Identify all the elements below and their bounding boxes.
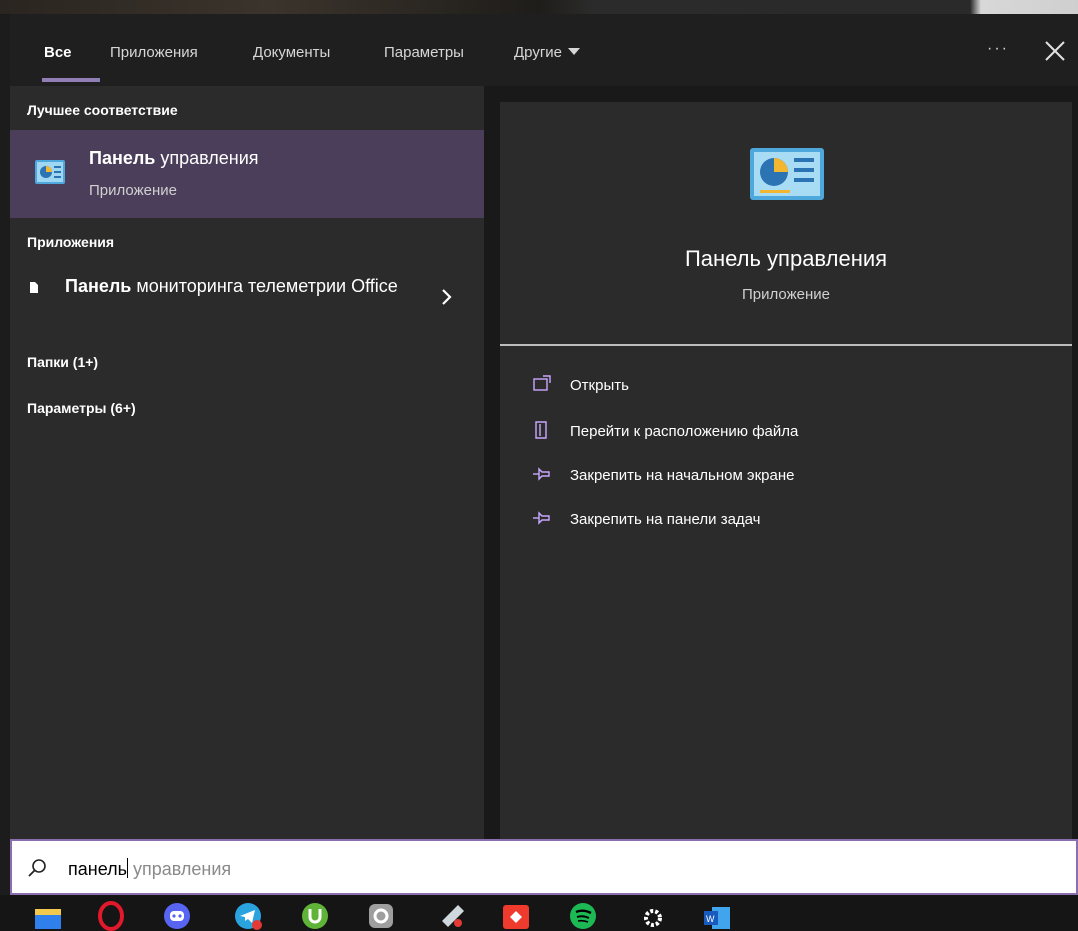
search-icon: [28, 859, 46, 877]
close-icon: [1045, 41, 1065, 61]
search-box[interactable]: панель управления: [10, 839, 1078, 895]
preview-pane: Панель управления Приложение Открыть Пер…: [484, 86, 1078, 839]
search-tabs-bar: Все Приложения Документы Параметры Други…: [10, 14, 1078, 86]
preview-divider: [500, 344, 1072, 346]
file-location-action[interactable]: Перейти к расположению файла: [532, 420, 1032, 444]
text-cursor: [127, 858, 128, 879]
file-location-label: Перейти к расположению файла: [570, 423, 799, 440]
pin-taskbar-label: Закрепить на панели задач: [570, 511, 761, 528]
search-typed-text: панель: [68, 859, 127, 879]
file-location-icon: [535, 421, 547, 439]
best-match-header: Лучшее соответствие: [27, 102, 178, 118]
search-window: Все Приложения Документы Параметры Други…: [0, 0, 1078, 931]
app-item-title-bold: Панель: [65, 276, 132, 296]
results-pane: Лучшее соответствие Панель управления Пр…: [10, 86, 484, 839]
tab-apps[interactable]: Приложения: [110, 44, 198, 64]
tab-all[interactable]: Все: [44, 44, 72, 64]
open-icon: [533, 375, 551, 391]
pin-icon: [533, 511, 550, 525]
best-match-item[interactable]: Панель управления Приложение: [10, 130, 484, 218]
app-icon[interactable]: [366, 901, 396, 931]
tab-documents[interactable]: Документы: [253, 44, 330, 64]
utorrent-icon[interactable]: [300, 901, 330, 931]
tab-settings[interactable]: Параметры: [384, 44, 464, 64]
control-panel-icon: [750, 148, 824, 200]
anydesk-icon[interactable]: [501, 901, 531, 931]
settings-icon[interactable]: [638, 901, 668, 931]
pin-start-action[interactable]: Закрепить на начальном экране: [532, 464, 1032, 488]
preview-card: Панель управления Приложение Открыть Пер…: [500, 102, 1072, 839]
app-item-title: Панель мониторинга телеметрии Office: [65, 274, 415, 298]
search-input[interactable]: панель управления: [68, 858, 232, 880]
opera-icon[interactable]: [96, 901, 126, 931]
telegram-icon[interactable]: [233, 901, 263, 931]
taskbar: W: [0, 895, 1078, 931]
more-options-button[interactable]: ···: [984, 40, 1012, 64]
spotify-icon[interactable]: [568, 901, 598, 931]
folders-header[interactable]: Папки (1+): [27, 354, 98, 370]
chevron-right-icon[interactable]: [440, 288, 454, 306]
best-match-subtitle: Приложение: [89, 182, 177, 199]
settings-header[interactable]: Параметры (6+): [27, 400, 136, 416]
preview-title: Панель управления: [684, 246, 888, 271]
app-item-title-rest: мониторинга телеметрии Office: [131, 276, 398, 296]
pin-start-label: Закрепить на начальном экране: [570, 467, 795, 484]
file-explorer-icon[interactable]: [33, 901, 63, 931]
best-match-title: Панель управления: [89, 148, 259, 169]
tab-other-label: Другие: [514, 44, 563, 61]
control-panel-icon: [35, 160, 65, 184]
desktop-background: [0, 0, 1078, 14]
active-tab-indicator: [42, 78, 100, 82]
word-icon[interactable]: W: [702, 901, 732, 931]
paint-icon[interactable]: [438, 901, 468, 931]
close-button[interactable]: [1040, 36, 1070, 66]
preview-subtitle: Приложение: [742, 286, 830, 303]
pin-taskbar-action[interactable]: Закрепить на панели задач: [532, 508, 1032, 532]
best-match-title-bold: Панель: [89, 148, 156, 168]
pin-icon: [533, 467, 550, 481]
open-action-label: Открыть: [570, 377, 629, 394]
best-match-title-rest: управления: [155, 148, 259, 168]
app-item-telemetry[interactable]: Панель мониторинга телеметрии Office: [10, 274, 484, 334]
tab-other[interactable]: Другие: [514, 44, 581, 64]
svg-text:W: W: [706, 914, 715, 924]
discord-icon[interactable]: [162, 901, 192, 931]
document-icon: [30, 282, 38, 293]
open-action[interactable]: Открыть: [532, 374, 1032, 398]
search-suggestion: управления: [128, 859, 232, 879]
chevron-down-icon: [568, 47, 581, 55]
apps-header: Приложения: [27, 234, 115, 250]
